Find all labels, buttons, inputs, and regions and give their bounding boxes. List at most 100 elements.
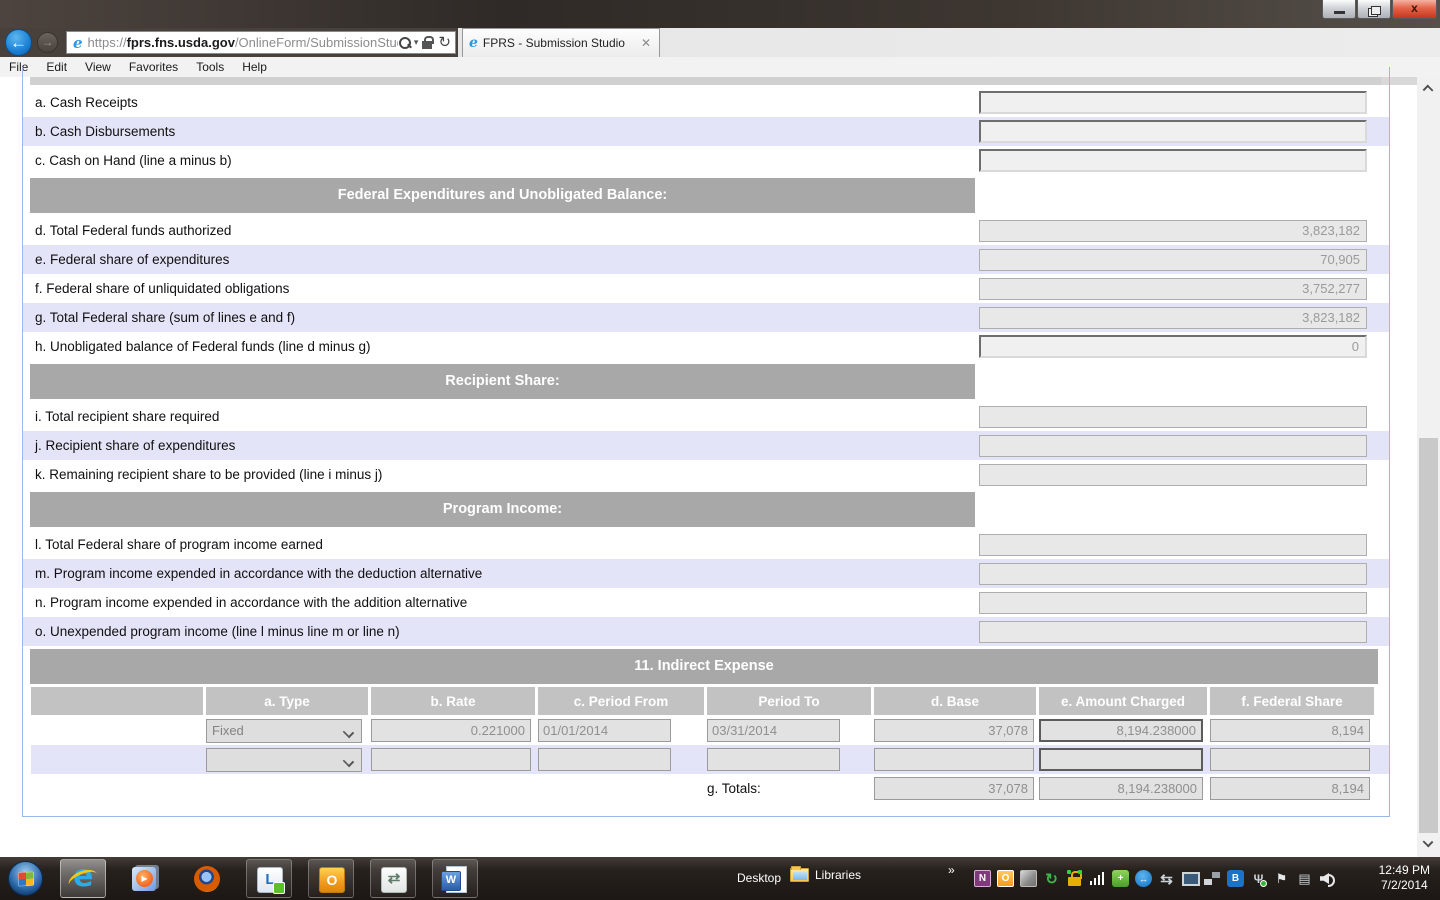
col-header-f-federal-share: f. Federal Share xyxy=(1210,687,1374,715)
indirect-row-2 xyxy=(31,745,1389,774)
row-label-h: h. Unobligated balance of Federal funds … xyxy=(35,339,371,354)
row-field-cell-j xyxy=(979,434,1389,457)
address-dropdown-icon[interactable]: ▾ xyxy=(414,37,419,48)
refresh-icon[interactable]: ↻ xyxy=(438,35,451,50)
taskbar-app-internet-explorer[interactable] xyxy=(60,859,106,898)
search-icon[interactable] xyxy=(398,36,412,50)
tray-icon-lock[interactable] xyxy=(1066,870,1083,887)
indirect-totals-row: g. Totals: 37,078 8,194.238000 8,194 xyxy=(31,774,1389,803)
tray-icon-cube[interactable] xyxy=(1020,870,1037,887)
col-header-blank xyxy=(31,687,203,715)
browser-tab[interactable]: e FPRS - Submission Studio ✕ xyxy=(462,28,660,57)
amount-charged-input-row1[interactable]: 8,194.238000 xyxy=(1039,719,1203,742)
taskbar-clock[interactable]: 12:49 PM 7/2/2014 xyxy=(1379,863,1430,893)
restore-button[interactable] xyxy=(1357,0,1391,19)
security-lock-icon xyxy=(422,36,435,49)
tray-icon-clipboard[interactable]: ▤ xyxy=(1296,870,1313,887)
indirect-expense-title: 11. Indirect Expense xyxy=(30,649,1378,684)
word-icon xyxy=(441,865,469,893)
form-row-d: d. Total Federal funds authorized 3,823,1… xyxy=(23,216,1389,245)
outlook-icon xyxy=(317,865,345,893)
base-input-row1: 37,078 xyxy=(874,719,1034,742)
close-button[interactable]: x xyxy=(1392,0,1437,19)
clock-date: 7/2/2014 xyxy=(1380,878,1428,892)
row-label-m: m. Program income expended in accordance… xyxy=(35,566,483,581)
input-i xyxy=(979,405,1367,428)
col-header-d-base: d. Base xyxy=(874,687,1036,715)
tray-icon-refresh-green[interactable]: ↻ xyxy=(1043,870,1060,888)
taskbar-app-sync-center[interactable] xyxy=(370,859,416,898)
tray-icon-sync-arrows[interactable]: ⇆ xyxy=(1158,870,1175,888)
form-row-m: m. Program income expended in accordance… xyxy=(23,559,1389,588)
toolbar-overflow-chevron[interactable]: » xyxy=(948,863,955,877)
form-row-k: k. Remaining recipient share to be provi… xyxy=(23,460,1389,489)
libraries-toolbar[interactable]: Libraries xyxy=(790,866,861,882)
scrollbar-thumb[interactable] xyxy=(1419,438,1438,833)
row-label-e: e. Federal share of expenditures xyxy=(35,252,230,267)
form-row-f: f. Federal share of unliquidated obligat… xyxy=(23,274,1389,303)
tray-icon-speaker[interactable] xyxy=(1319,870,1336,887)
period-from-input-row2 xyxy=(538,748,671,771)
taskbar-app-media-player[interactable] xyxy=(122,859,168,898)
taskbar-app-firefox[interactable] xyxy=(184,859,230,898)
type-select-row2[interactable] xyxy=(206,747,362,772)
tab-close-icon[interactable]: ✕ xyxy=(633,36,659,50)
section-header-row: Program Income: xyxy=(23,492,1389,527)
forward-button[interactable]: → xyxy=(37,32,58,53)
tray-icon-usb[interactable]: Ψ xyxy=(1250,870,1267,887)
libraries-folder-icon xyxy=(790,866,809,882)
input-n xyxy=(979,591,1367,614)
input-h: 0 xyxy=(979,335,1367,358)
input-m xyxy=(979,562,1367,585)
indirect-row-1: Fixed 0.221000 01/01/2014 03/31/2014 37,078 8… xyxy=(31,716,1389,745)
col-header-c-period-from: c. Period From xyxy=(538,687,704,715)
scroll-down-button[interactable] xyxy=(1417,835,1440,857)
ie-favicon: e xyxy=(73,33,83,52)
address-bar[interactable]: e https://fprs.fns.usda.gov/OnlineForm/S… xyxy=(66,31,456,54)
tray-icon-monitor[interactable] xyxy=(1181,870,1200,887)
tray-icon-flag[interactable]: ⚑ xyxy=(1273,870,1290,887)
row-label-c: c. Cash on Hand (line a minus b) xyxy=(35,153,232,168)
tray-icon-network[interactable] xyxy=(1204,870,1221,887)
tray-icon-signal-bars[interactable] xyxy=(1089,870,1106,887)
indirect-expense-header-row: 11. Indirect Expense xyxy=(23,649,1389,684)
taskbar-app-landesk[interactable] xyxy=(246,859,292,898)
scroll-up-button[interactable] xyxy=(1417,77,1440,99)
tray-icon-teamviewer[interactable]: ↔ xyxy=(1135,870,1152,887)
landesk-icon xyxy=(255,865,285,894)
type-select-row1[interactable]: Fixed xyxy=(206,718,362,743)
minimize-button[interactable] xyxy=(1322,0,1356,19)
form-row-i: i. Total recipient share required xyxy=(23,402,1389,431)
row-field-cell-i xyxy=(979,405,1389,428)
back-button[interactable]: ← xyxy=(5,29,32,56)
desktop-toolbar-label[interactable]: Desktop xyxy=(737,871,781,885)
tray-icon-onenote[interactable]: N xyxy=(974,870,991,887)
row-field-cell-g: 3,823,182 xyxy=(979,306,1389,329)
row-label-f: f. Federal share of unliquidated obligat… xyxy=(35,281,290,296)
url-text: https://fprs.fns.usda.gov/OnlineForm/Sub… xyxy=(87,35,398,50)
row-field-cell-d: 3,823,182 xyxy=(979,219,1389,242)
taskbar-app-word[interactable] xyxy=(432,859,478,898)
media-player-icon xyxy=(131,865,159,893)
form-row-g: g. Total Federal share (sum of lines e a… xyxy=(23,303,1389,332)
row-label-b: b. Cash Disbursements xyxy=(35,124,176,139)
row-field-cell-o xyxy=(979,620,1389,643)
input-g: 3,823,182 xyxy=(979,306,1367,329)
input-l xyxy=(979,533,1367,556)
tray-icon-bluetooth[interactable]: B xyxy=(1227,870,1244,887)
tray-icon-office[interactable]: O xyxy=(997,870,1014,887)
input-a[interactable] xyxy=(979,91,1367,114)
taskbar-app-outlook[interactable] xyxy=(308,859,354,898)
tray-icon-shield[interactable]: + xyxy=(1112,870,1129,887)
amount-charged-input-row2[interactable] xyxy=(1039,748,1203,771)
page-content: a. Cash Receipts b. Cash Disbursements c. … xyxy=(0,67,1440,857)
input-b[interactable] xyxy=(979,120,1367,143)
vertical-scrollbar[interactable] xyxy=(1417,77,1440,857)
form-row-n: n. Program income expended in accordance… xyxy=(23,588,1389,617)
input-c[interactable] xyxy=(979,149,1367,172)
row-field-cell-f: 3,752,277 xyxy=(979,277,1389,300)
indirect-table-header: a. Type b. Rate c. Period From Period To d. … xyxy=(31,687,1389,715)
row-label-n: n. Program income expended in accordance… xyxy=(35,595,468,610)
indirect-expense-table: a. Type b. Rate c. Period From Period To d. … xyxy=(31,687,1389,803)
start-button[interactable] xyxy=(8,861,43,896)
